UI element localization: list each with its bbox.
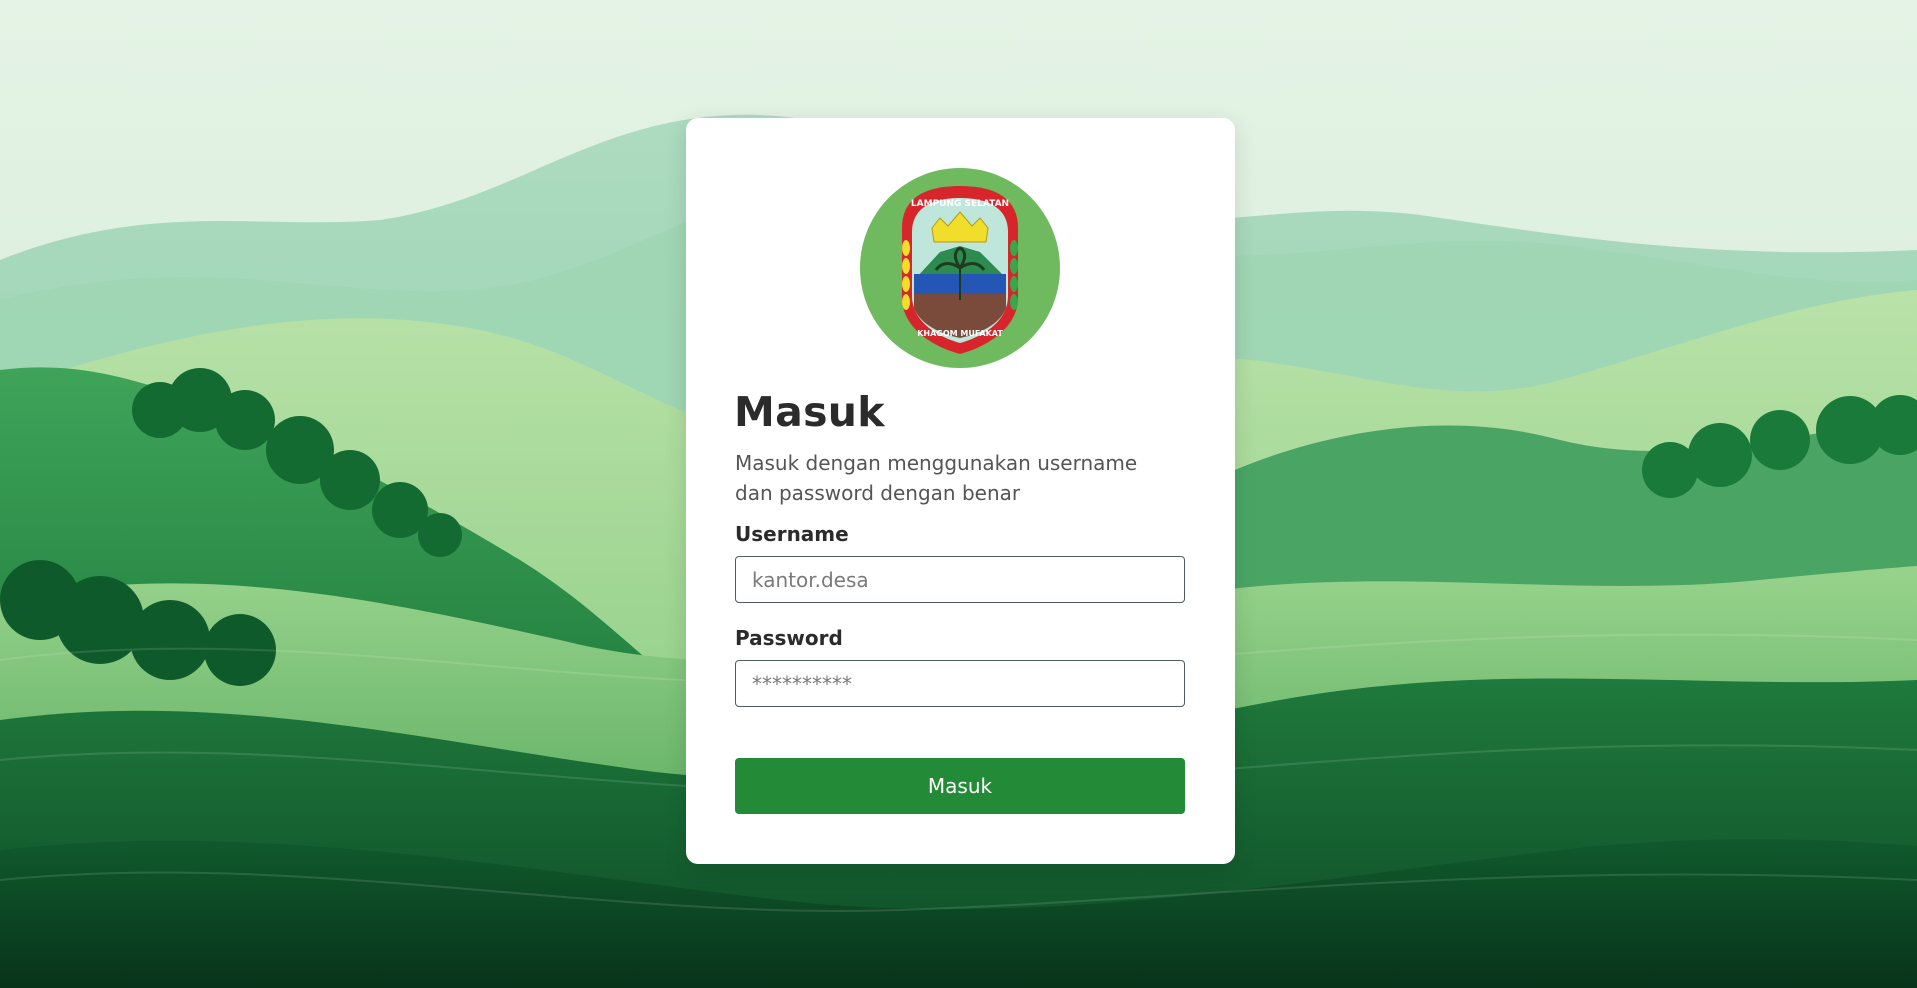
page-title: Masuk bbox=[734, 388, 885, 436]
username-input[interactable] bbox=[735, 556, 1185, 603]
page-subtitle: Masuk dengan menggunakan username dan pa… bbox=[735, 451, 1138, 505]
password-input[interactable] bbox=[735, 660, 1185, 707]
login-submit-button[interactable]: Masuk bbox=[735, 758, 1185, 814]
lampung-selatan-logo: LAMPUNG SELATAN KHAGOM MUFAKAT bbox=[860, 168, 1060, 368]
password-label: Password bbox=[735, 626, 843, 650]
logo-top-text: LAMPUNG SELATAN bbox=[911, 199, 1009, 209]
login-card: LAMPUNG SELATAN KHAGOM MUFAKAT Masuk Mas… bbox=[686, 118, 1235, 864]
logo-bottom-text: KHAGOM MUFAKAT bbox=[917, 329, 1003, 338]
username-label: Username bbox=[735, 522, 849, 546]
